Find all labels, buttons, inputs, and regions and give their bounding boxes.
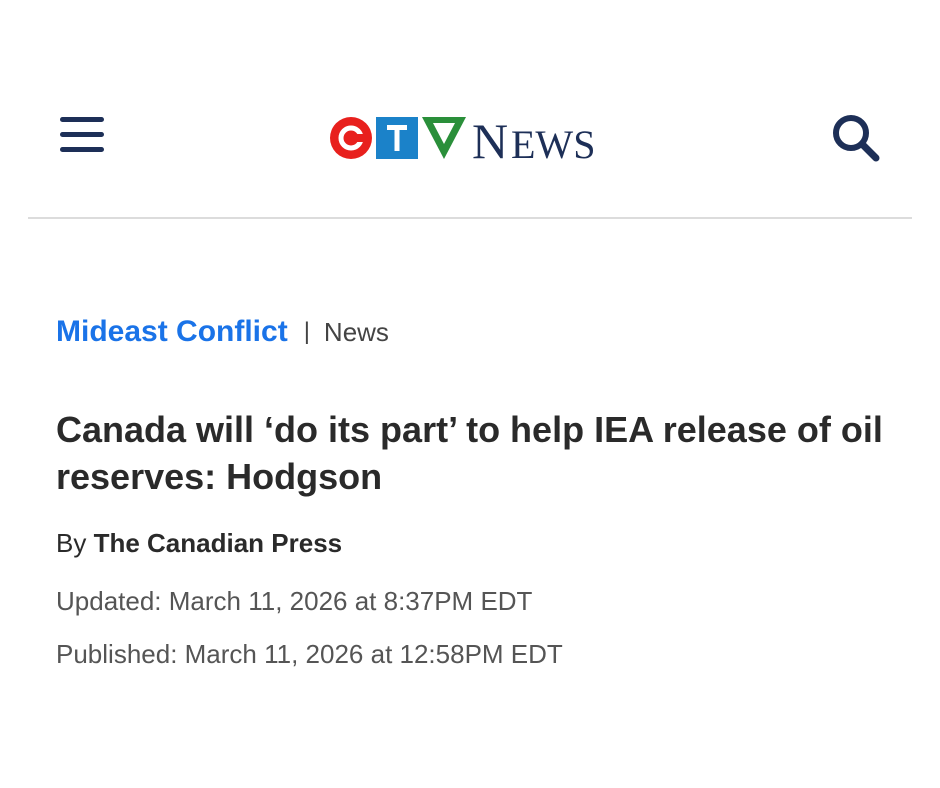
- svg-text:EWS: EWS: [511, 122, 595, 166]
- author-link[interactable]: The Canadian Press: [94, 528, 343, 558]
- search-button[interactable]: [828, 112, 884, 164]
- category-link[interactable]: Mideast Conflict: [56, 315, 288, 349]
- ctv-news-logo[interactable]: N EWS: [330, 108, 615, 169]
- breadcrumb-separator: |: [303, 318, 310, 345]
- updated-timestamp: Updated: March 11, 2026 at 8:37PM EDT: [56, 586, 533, 616]
- ctv-news-logo-mark: N EWS: [330, 113, 595, 169]
- svg-text:N: N: [472, 113, 508, 166]
- section-link[interactable]: News: [324, 317, 389, 348]
- byline-prefix: By: [56, 528, 87, 558]
- menu-button[interactable]: [58, 113, 106, 157]
- published-timestamp: Published: March 11, 2026 at 12:58PM EDT: [56, 639, 563, 669]
- header-divider: [28, 217, 912, 219]
- article-headline: Canada will ‘do its part’ to help IEA re…: [56, 409, 883, 497]
- article-byline: By The Canadian Press: [56, 528, 342, 559]
- article-breadcrumb: Mideast Conflict | News: [56, 312, 389, 352]
- site-header: N EWS: [0, 0, 940, 218]
- search-icon: [833, 115, 880, 162]
